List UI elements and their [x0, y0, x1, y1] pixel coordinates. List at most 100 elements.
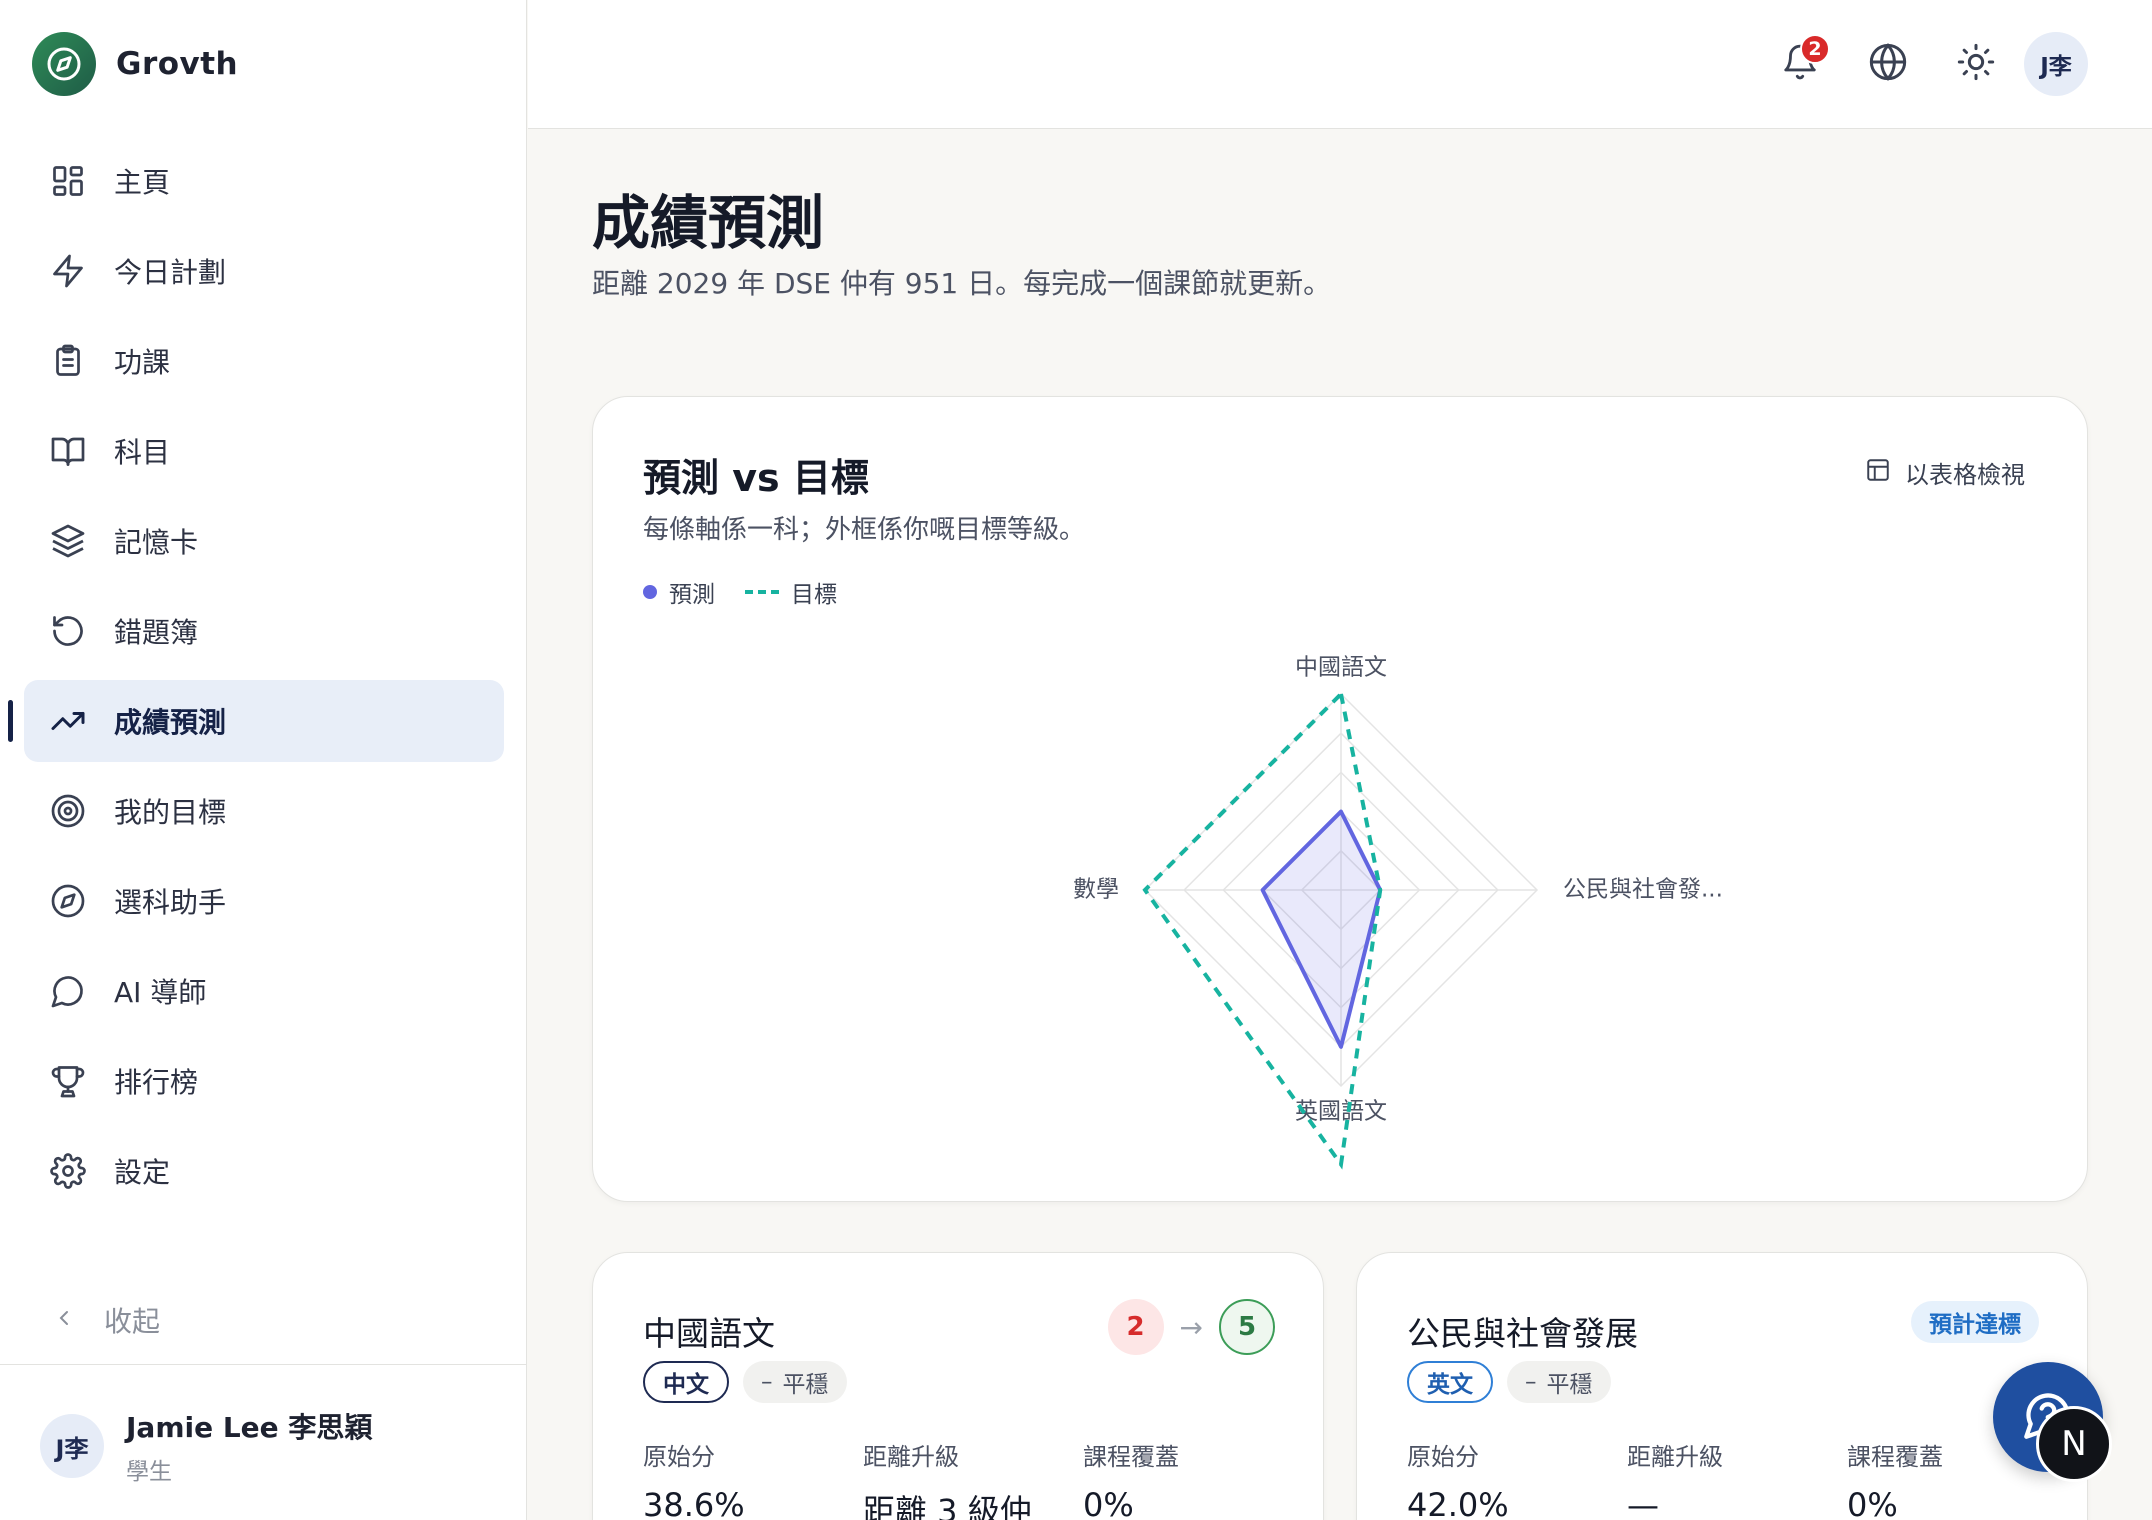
theme-toggle-button[interactable]: [1944, 32, 2008, 96]
sidebar-item-label: 主頁: [114, 166, 171, 199]
chevron-left-icon: [52, 1304, 76, 1337]
arrow-right-icon: →: [1179, 1310, 1203, 1344]
sidebar-item-label: AI 導師: [114, 976, 207, 1009]
sidebar-item-grade-prediction[interactable]: 成績預測: [8, 680, 504, 762]
sidebar-item-label: 今日計劃: [114, 256, 227, 289]
stat-value: 0%: [1847, 1486, 1898, 1520]
grade-progress: 2 → 5: [1107, 1299, 1275, 1355]
lightning-icon: [48, 251, 88, 291]
stat-value: 38.6%: [643, 1486, 745, 1520]
sidebar-item-leaderboard[interactable]: 排行榜: [24, 1040, 504, 1122]
page-subtitle: 距離 2029 年 DSE 仲有 951 日。每完成一個課節就更新。: [592, 267, 1332, 300]
dashboard-grid-icon: [48, 161, 88, 201]
sidebar-item-label: 設定: [114, 1156, 171, 1189]
collapse-sidebar-button[interactable]: 收起: [52, 1300, 160, 1340]
page-title: 成績預測: [592, 189, 825, 257]
stat-label: 原始分: [643, 1443, 715, 1471]
language-tag: 英文: [1407, 1361, 1493, 1403]
subject-tags: 英文 – 平穩: [1407, 1361, 1611, 1403]
radar-axis-label: 中國語文: [1295, 655, 1387, 681]
radar-axis-label: 數學: [1073, 877, 1119, 903]
user-name: Jamie Lee 李思穎: [126, 1411, 373, 1444]
subject-card[interactable]: 公民與社會發展 預計達標 英文 – 平穩 原始分 42.0% 距離升級 — 課程覆…: [1356, 1252, 2088, 1520]
sidebar-item-subjects[interactable]: 科目: [24, 410, 504, 492]
sidebar-item-homework[interactable]: 功課: [24, 320, 504, 402]
active-indicator: [8, 700, 13, 742]
chat-bubble-icon: [48, 971, 88, 1011]
current-grade: 2: [1107, 1299, 1164, 1355]
sidebar-item-label: 排行榜: [114, 1066, 199, 1099]
sun-icon: [1956, 42, 1996, 86]
sidebar-item-label: 成績預測: [114, 706, 227, 739]
notification-badge: 2: [1800, 34, 1830, 64]
gear-icon: [48, 1151, 88, 1191]
target-grade: 5: [1219, 1299, 1275, 1355]
target-icon: [48, 791, 88, 831]
sidebar-item-label: 錯題簿: [114, 616, 199, 649]
language-button[interactable]: [1856, 32, 1920, 96]
subject-stats: 原始分 38.6% 距離升級 距離 3 級仲 課程覆蓋 0%: [643, 1437, 1303, 1520]
stat-label: 課程覆蓋: [1083, 1443, 1179, 1471]
subject-tags: 中文 – 平穩: [643, 1361, 847, 1403]
stat-to-next-level: 距離升級 —: [1627, 1437, 1847, 1520]
subject-card[interactable]: 中國語文 2 → 5 中文 – 平穩 原始分 38.6% 距離升級 距離 3 級仲…: [592, 1252, 1324, 1520]
user-profile[interactable]: J李 Jamie Lee 李思穎 學生: [40, 1406, 372, 1486]
stat-value: —: [1627, 1486, 1659, 1520]
layers-icon: [48, 521, 88, 561]
clipboard-icon: [48, 341, 88, 381]
overlay-badge[interactable]: N: [2036, 1406, 2112, 1482]
notifications-button[interactable]: 2: [1768, 32, 1832, 96]
predicted-series: [1260, 809, 1383, 1049]
sidebar-item-label: 記憶卡: [114, 526, 199, 559]
sidebar-item-label: 我的目標: [114, 796, 227, 829]
globe-icon: [1868, 42, 1908, 86]
brand[interactable]: Grovth: [32, 32, 238, 96]
avatar: J李: [40, 1414, 104, 1478]
sidebar: Grovth 主頁 今日計劃 功課 科目 記憶卡 錯題簿 成績預測 我的目標 選…: [0, 0, 527, 1520]
sidebar-item-mistakes[interactable]: 錯題簿: [24, 590, 504, 672]
sidebar-item-subject-helper[interactable]: 選科助手: [24, 860, 504, 942]
trophy-icon: [48, 1061, 88, 1101]
radar-axis-label: 公民與社會發...: [1563, 877, 1723, 903]
brand-name: Grovth: [116, 46, 239, 82]
stat-label: 原始分: [1407, 1443, 1479, 1471]
sidebar-item-label: 選科助手: [114, 886, 227, 919]
stat-raw-score: 原始分 42.0%: [1407, 1437, 1627, 1520]
sidebar-item-label: 功課: [114, 346, 171, 379]
compass-icon: [48, 881, 88, 921]
stat-label: 距離升級: [863, 1443, 959, 1471]
topbar: 2 J李: [528, 0, 2152, 129]
sidebar-nav: 主頁 今日計劃 功課 科目 記憶卡 錯題簿 成績預測 我的目標 選科助手 AI …: [8, 140, 504, 1220]
stat-raw-score: 原始分 38.6%: [643, 1437, 863, 1520]
sidebar-item-settings[interactable]: 設定: [24, 1130, 504, 1212]
stat-value: 0%: [1083, 1486, 1134, 1520]
radar-chart: 中國語文公民與社會發...英國語文數學: [1073, 655, 1723, 1170]
sidebar-item-today-plan[interactable]: 今日計劃: [24, 230, 504, 312]
dash-icon: –: [1525, 1369, 1537, 1395]
trend-label: 平穩: [1546, 1372, 1593, 1398]
sidebar-item-flashcards[interactable]: 記憶卡: [24, 500, 504, 582]
trend-tag: – 平穩: [1507, 1361, 1611, 1403]
stat-coverage: 課程覆蓋 0%: [1083, 1437, 1303, 1520]
trend-label: 平穩: [782, 1372, 829, 1398]
status-badge: 預計達標: [1911, 1301, 2039, 1343]
stat-label: 距離升級: [1627, 1443, 1723, 1471]
user-role: 學生: [126, 1459, 172, 1485]
subject-name: 公民與社會發展: [1407, 1314, 1638, 1353]
sidebar-item-label: 科目: [114, 436, 171, 469]
trending-up-icon: [48, 701, 88, 741]
subject-stats: 原始分 42.0% 距離升級 — 課程覆蓋 0%: [1407, 1437, 2067, 1520]
sidebar-item-goals[interactable]: 我的目標: [24, 770, 504, 852]
trend-tag: – 平穩: [743, 1361, 847, 1403]
sidebar-item-ai-tutor[interactable]: AI 導師: [24, 950, 504, 1032]
language-tag: 中文: [643, 1361, 729, 1403]
stat-value: 42.0%: [1407, 1486, 1509, 1520]
rotate-ccw-icon: [48, 611, 88, 651]
collapse-label: 收起: [104, 1305, 161, 1338]
book-icon: [48, 431, 88, 471]
stat-to-next-level: 距離升級 距離 3 級仲: [863, 1437, 1083, 1520]
avatar[interactable]: J李: [2024, 32, 2088, 96]
compass-icon: [32, 32, 96, 96]
divider: [0, 1364, 527, 1365]
sidebar-item-home[interactable]: 主頁: [24, 140, 504, 222]
